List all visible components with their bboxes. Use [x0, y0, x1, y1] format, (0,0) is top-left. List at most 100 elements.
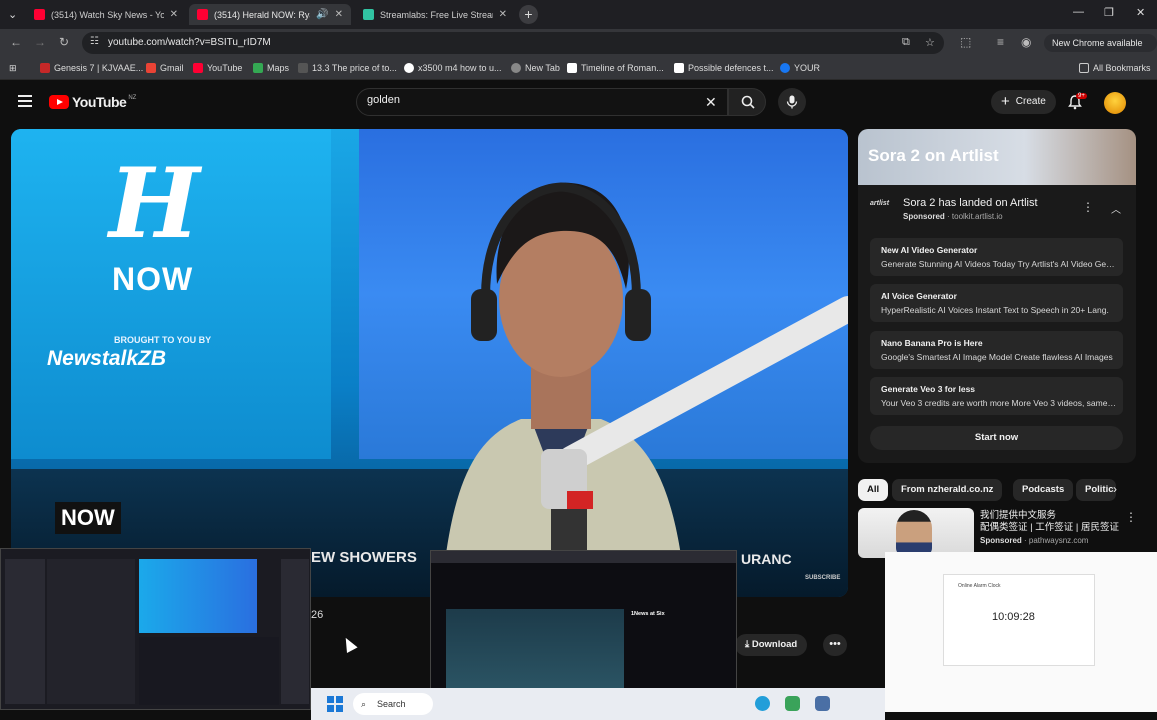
more-vert-icon[interactable]: ⋮: [1125, 510, 1137, 524]
telegram-icon[interactable]: [755, 696, 770, 711]
menu-icon[interactable]: [18, 95, 32, 107]
preview-controls-panel: [281, 559, 309, 704]
taskbar-search[interactable]: ⌕ Search: [353, 693, 433, 715]
preview-browser-header: [431, 551, 736, 563]
youtube-logo[interactable]: YouTube NZ: [49, 94, 136, 110]
wikipedia-icon: [567, 63, 577, 73]
minimize-icon[interactable]: —: [1073, 6, 1084, 18]
chevron-right-icon[interactable]: ›: [1113, 482, 1117, 496]
bookmark-label: YouTube: [207, 63, 243, 73]
alarm-clock-time: 10:09:28: [992, 611, 1035, 623]
search-button[interactable]: [728, 88, 766, 116]
tvnz-window-preview[interactable]: 1News at Six: [430, 550, 737, 710]
profile-icon[interactable]: ◉: [1021, 35, 1031, 49]
artlist-logo: artlist: [870, 200, 890, 207]
chip-all[interactable]: All: [858, 479, 889, 501]
tab-label: (3514) Herald NOW: Ryan Bridge: [214, 9, 310, 20]
now-corner-bug: NOW: [55, 502, 121, 534]
install-icon[interactable]: ⧉: [902, 36, 910, 49]
new-chrome-available-button[interactable]: New Chrome available ⋮: [1044, 34, 1157, 66]
back-icon[interactable]: ←: [10, 35, 22, 49]
bookmark-favicon-icon: [40, 63, 50, 73]
avatar[interactable]: [1104, 92, 1126, 114]
speaker-icon[interactable]: 🔊: [316, 9, 328, 20]
more-vert-icon[interactable]: ⋮: [1082, 200, 1094, 214]
ad-sitelink[interactable]: New AI Video Generator Generate Stunning…: [870, 238, 1123, 276]
restore-icon[interactable]: ❐: [1104, 6, 1114, 19]
new-tab-button[interactable]: +: [519, 5, 538, 24]
youtube-header: YouTube NZ ✕ + Create 9+: [0, 80, 1157, 125]
preview-chat-panel: [47, 559, 135, 704]
collapse-chevron-icon[interactable]: ︿: [1111, 201, 1121, 216]
bookmark-item[interactable]: YOUR: [780, 63, 820, 73]
app-icon[interactable]: [785, 696, 800, 711]
bookmark-item[interactable]: Possible defences t...: [674, 63, 774, 73]
create-button[interactable]: + Create: [991, 90, 1056, 114]
tab-streamlabs[interactable]: Streamlabs: Free Live Streaming ✕: [355, 4, 515, 25]
windows-start-icon[interactable]: [327, 696, 343, 712]
close-window-icon[interactable]: ✕: [1136, 6, 1145, 19]
video-player[interactable]: H NOW BROUGHT TO YOU BY NewstalkZB NOW E…: [11, 129, 848, 597]
preview-mixer-panel: [139, 637, 279, 705]
forward-icon[interactable]: →: [34, 35, 46, 49]
close-icon[interactable]: ✕: [335, 9, 343, 20]
youtube-play-icon: [49, 95, 69, 109]
ad-sitelink[interactable]: AI Voice Generator HyperRealistic AI Voi…: [870, 284, 1123, 322]
search-input[interactable]: [367, 94, 687, 106]
bookmark-label: Timeline of Roman...: [581, 63, 664, 73]
country-code: NZ: [128, 95, 137, 101]
tab-search-icon[interactable]: ⌄: [8, 8, 17, 21]
facebook-icon: [780, 63, 790, 73]
bookmark-item[interactable]: New Tab: [511, 63, 560, 73]
ad-sitelink[interactable]: Nano Banana Pro is Here Google's Smartes…: [870, 331, 1123, 369]
youtube-favicon-icon: [34, 9, 45, 20]
ad-sitelink[interactable]: Generate Veo 3 for less Your Veo 3 credi…: [870, 377, 1123, 415]
sitelink-desc: Generate Stunning AI Videos Today Try Ar…: [881, 259, 1116, 269]
youtube-favicon-icon: [197, 9, 208, 20]
bookmark-star-icon[interactable]: ☆: [925, 36, 935, 49]
bookmark-item[interactable]: Gmail: [146, 63, 184, 73]
google-icon: [404, 63, 414, 73]
ad-title[interactable]: Sora 2 has landed on Artlist: [903, 197, 1038, 209]
apps-grid-icon[interactable]: ⊞: [9, 63, 17, 74]
windows-taskbar: ⌕ Search: [311, 688, 885, 720]
recommendation-title-line: 我们提供中文服务: [980, 510, 1057, 521]
bookmark-item[interactable]: YouTube: [193, 63, 242, 73]
extensions-icon[interactable]: ⬚: [960, 35, 971, 49]
microphone-arm: [541, 296, 848, 509]
clear-search-icon[interactable]: ✕: [705, 94, 717, 111]
bookmark-item[interactable]: Timeline of Roman...: [567, 63, 664, 73]
site-info-icon[interactable]: ☷: [90, 36, 99, 47]
bookmark-item[interactable]: Maps: [253, 63, 289, 73]
sponsored-label: Sponsored: [980, 536, 1022, 545]
chip-nzherald[interactable]: From nzherald.co.nz: [892, 479, 1003, 501]
sitelink-title: Generate Veo 3 for less: [881, 384, 976, 394]
bookmark-item[interactable]: x3500 m4 how to u...: [404, 63, 502, 73]
chip-politics[interactable]: Politic: [1076, 479, 1116, 501]
ad-header: artlist Sora 2 has landed on Artlist Spo…: [858, 191, 1136, 225]
sitelink-desc: Google's Smartest AI Image Model Create …: [881, 352, 1113, 362]
tab-label: (3514) Watch Sky News - YouTube: [51, 9, 164, 20]
tab-sky-news[interactable]: (3514) Watch Sky News - YouTube ✕: [26, 4, 186, 25]
ad-banner[interactable]: Sora 2 on Artlist: [858, 129, 1136, 185]
tab-herald-now[interactable]: (3514) Herald NOW: Ryan Bridge 🔊 ✕: [189, 4, 351, 25]
app-icon[interactable]: [815, 696, 830, 711]
start-now-button[interactable]: Start now: [870, 426, 1123, 450]
bookmark-item[interactable]: 13.3 The price of to...: [298, 63, 397, 73]
bookmark-item[interactable]: Genesis 7 | KJVAAE...: [40, 63, 143, 73]
close-icon[interactable]: ✕: [170, 9, 178, 20]
streamlabs-window-preview[interactable]: [0, 548, 311, 710]
address-bar[interactable]: ☷ youtube.com/watch?v=BSITu_rID7M ⧉ ☆: [82, 32, 944, 54]
bookmark-label: x3500 m4 how to u...: [418, 63, 502, 73]
reload-icon[interactable]: ↻: [59, 35, 69, 49]
search-box: [356, 88, 728, 116]
alarm-clock-window-preview[interactable]: Online Alarm Clock 10:09:28: [885, 552, 1157, 712]
all-bookmarks-button[interactable]: All Bookmarks: [1079, 63, 1151, 73]
close-icon[interactable]: ✕: [499, 9, 507, 20]
bookmark-label: Gmail: [160, 63, 184, 73]
preview-show-title: 1News at Six: [631, 611, 665, 617]
chip-podcasts[interactable]: Podcasts: [1013, 479, 1074, 501]
voice-search-button[interactable]: [778, 88, 806, 116]
new-chrome-label: New Chrome available: [1052, 38, 1143, 48]
media-icon[interactable]: ≡: [997, 35, 1004, 49]
